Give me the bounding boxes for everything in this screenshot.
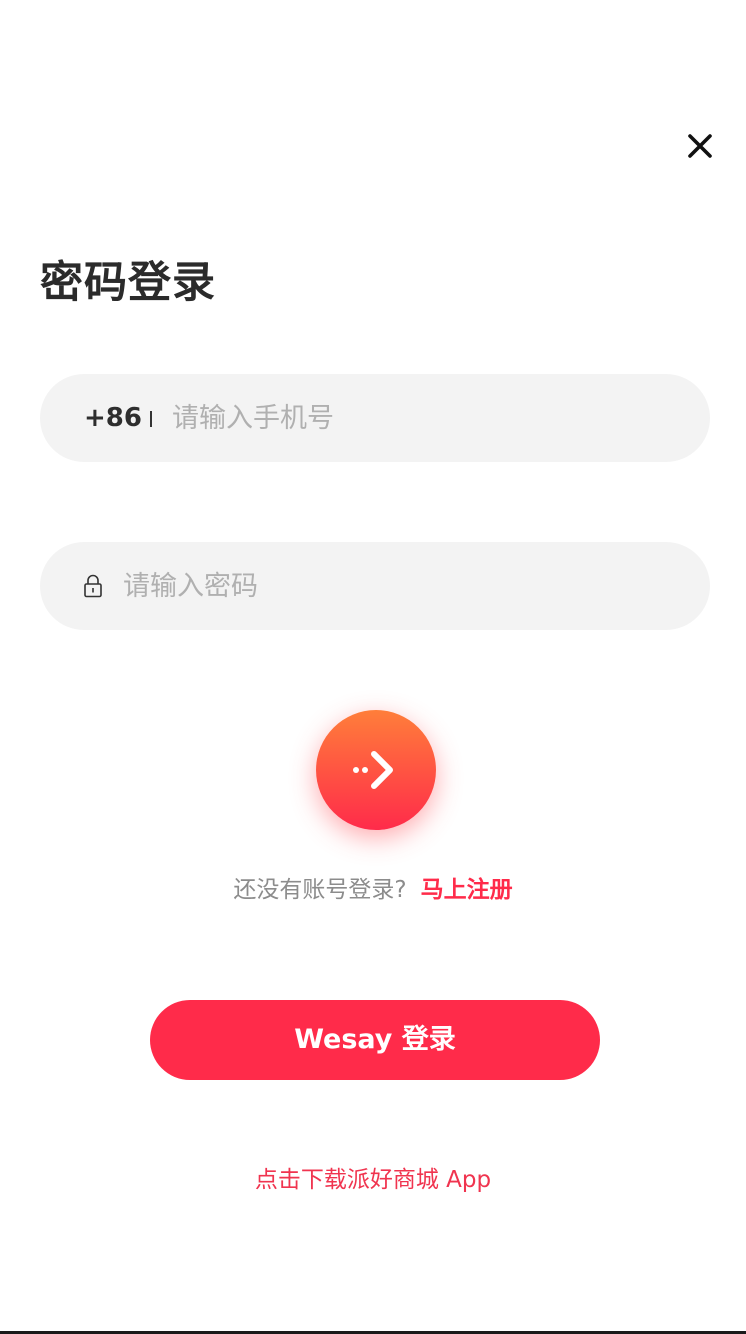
download-app-link[interactable]: 点击下载派好商城 App <box>0 1164 746 1196</box>
close-button[interactable] <box>684 130 716 162</box>
wesay-login-button[interactable]: Wesay 登录 <box>150 1000 600 1080</box>
divider <box>150 411 152 427</box>
close-icon <box>688 134 712 158</box>
phone-input[interactable] <box>172 374 672 462</box>
register-link[interactable]: 马上注册 <box>421 877 513 903</box>
submit-login-button[interactable] <box>316 710 436 830</box>
password-field <box>40 542 710 630</box>
arrow-right-icon <box>353 751 393 789</box>
country-code-selector[interactable]: +86 <box>84 400 142 436</box>
page-title: 密码登录 <box>40 258 216 308</box>
lock-icon <box>84 574 102 598</box>
password-input[interactable] <box>123 542 673 630</box>
phone-field: +86 <box>40 374 710 462</box>
register-row: 还没有账号登录? 马上注册 <box>0 874 746 906</box>
register-prompt: 还没有账号登录? <box>233 877 407 903</box>
